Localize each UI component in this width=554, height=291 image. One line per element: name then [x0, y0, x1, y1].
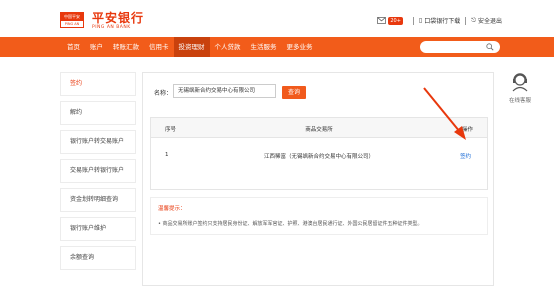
nav-item-credit-card[interactable]: 信用卡 — [144, 37, 174, 57]
logout-link[interactable]: ⎋ 安全退出 — [471, 16, 502, 26]
query-button[interactable]: 查询 — [282, 86, 306, 99]
customer-service-icon — [512, 73, 528, 92]
header-actions: 20+ ▯ 口袋银行下载 ⎋ 安全退出 — [377, 15, 502, 26]
bank-name: 平安银行 — [92, 11, 145, 25]
message-count-badge[interactable]: 20+ — [388, 16, 403, 25]
header-index: 序号 — [165, 127, 177, 133]
row-exchange: 江西稀富（无锡飒新合约交易中心有限公司） — [263, 154, 375, 160]
nav-item-home[interactable]: 首页 — [62, 37, 85, 57]
sidebar-item-cancel[interactable]: 解约 — [60, 101, 136, 125]
sign-link[interactable]: 签约 — [460, 152, 471, 160]
pointer-arrow — [423, 87, 466, 140]
header: 中国平安 PING AN 平安银行 PING AN BANK 20+ ▯ 口袋银… — [0, 0, 554, 36]
main-nav: 首页 账户 转账汇款 信用卡 投资理财 个人贷款 生活服务 更多业务 — [0, 37, 554, 57]
logo-badge-bottom: PING AN — [64, 22, 80, 26]
name-select[interactable]: 无锡飒新合约交易中心有限公司 — [173, 84, 276, 98]
nav-item-investment[interactable]: 投资理财 — [173, 37, 210, 57]
pingan-logo[interactable]: 中国平安 PING AN — [60, 12, 84, 28]
nav-item-life-service[interactable]: 生活服务 — [246, 37, 282, 57]
tips-box: 温馨提示： • 商品交易所账户签约只支持居民身份证、解放军军官证、护照、港澳台居… — [150, 197, 488, 235]
bank-name-en: PING AN BANK — [92, 25, 131, 30]
phone-icon: ▯ — [418, 17, 423, 24]
sidebar-item-bank-to-trade[interactable]: 银行账户转交易账户 — [60, 130, 136, 154]
nav-item-more[interactable]: 更多业务 — [282, 37, 318, 57]
mail-icon[interactable] — [377, 17, 387, 24]
divider — [465, 16, 467, 25]
nav-items: 首页 账户 转账汇款 信用卡 投资理财 个人贷款 生活服务 更多业务 — [62, 37, 318, 57]
header-exchange: 商品交易所 — [305, 127, 333, 133]
logout-icon: ⎋ — [471, 16, 476, 24]
sidebar-item-sign[interactable]: 签约 — [60, 72, 136, 96]
sidebar: 签约 解约 银行账户转交易账户 交易账户转银行账户 资金划转明细查询 银行账户维… — [60, 72, 136, 275]
name-label: 名称： — [154, 90, 173, 97]
search-input[interactable] — [420, 41, 500, 53]
nav-item-account[interactable]: 账户 — [85, 37, 108, 57]
download-link[interactable]: ▯ 口袋银行下载 — [419, 16, 460, 25]
row-index: 1 — [165, 152, 169, 158]
logo-badge-top: 中国平安 — [61, 13, 83, 21]
download-label: 口袋银行下载 — [424, 18, 461, 25]
logout-label: 安全退出 — [477, 18, 502, 25]
nav-item-loan[interactable]: 个人贷款 — [210, 37, 246, 57]
nav-item-transfer[interactable]: 转账汇款 — [108, 37, 144, 57]
online-service[interactable]: 在线客服 — [500, 72, 540, 104]
tips-text: • 商品交易所账户签约只支持居民身份证、解放军军官证、护照、港澳台居民通行证、外… — [158, 221, 423, 227]
sidebar-item-transfer-detail[interactable]: 资金划转明细查询 — [60, 188, 136, 212]
tips-title: 温馨提示： — [158, 206, 186, 212]
sidebar-item-trade-to-bank[interactable]: 交易账户转银行账户 — [60, 159, 136, 183]
search-icon[interactable] — [486, 43, 494, 51]
service-label: 在线客服 — [508, 98, 531, 104]
sidebar-item-account-maintenance[interactable]: 银行账户维护 — [60, 217, 136, 241]
sidebar-item-balance[interactable]: 余额查询 — [60, 246, 136, 270]
divider — [412, 16, 414, 25]
